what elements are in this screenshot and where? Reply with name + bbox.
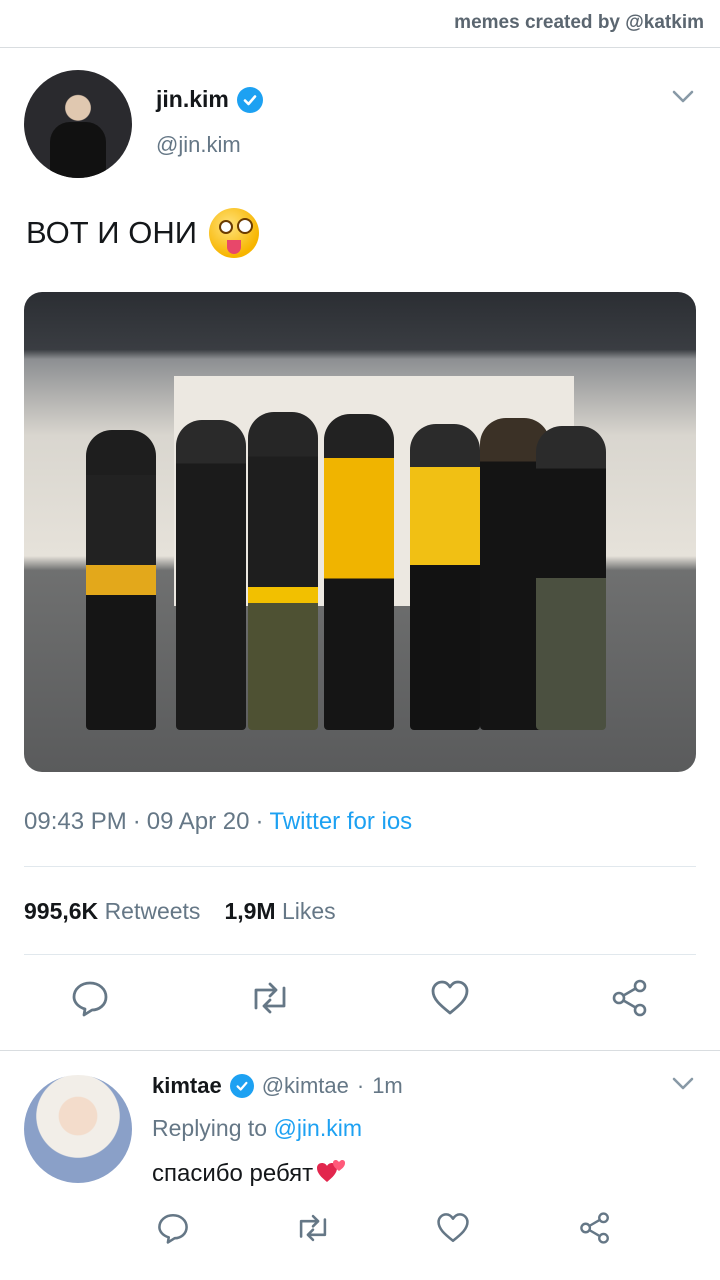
reply-text-content: спасибо ребят: [152, 1159, 314, 1187]
tweet-meta: 09:43 PM · 09 Apr 20 · Twitter for ios: [24, 808, 412, 836]
replying-to: Replying to @jin.kim: [152, 1115, 362, 1142]
likes-label: Likes: [281, 898, 336, 924]
author-handle[interactable]: @jin.kim: [156, 132, 241, 158]
divider: [24, 954, 696, 955]
reply-time: 1m: [372, 1073, 403, 1098]
retweets-stat[interactable]: 995,6K Retweets: [24, 898, 200, 925]
watermark: memes created by @katkim: [454, 12, 704, 33]
verified-badge-icon: [236, 86, 263, 113]
share-icon[interactable]: [578, 1211, 612, 1245]
replying-to-mention[interactable]: @jin.kim: [273, 1115, 362, 1141]
reply-text: спасибо ребят: [152, 1155, 349, 1192]
tweet-date: 09 Apr 20: [146, 808, 250, 835]
like-icon[interactable]: [430, 978, 470, 1018]
reply-icon[interactable]: [156, 1211, 190, 1245]
tweet-photo[interactable]: [24, 292, 696, 772]
author-name-row: jin.kim: [156, 86, 263, 113]
like-icon[interactable]: [436, 1211, 470, 1245]
meta-separator: ·: [356, 1073, 365, 1098]
author-display-name[interactable]: jin.kim: [156, 86, 229, 113]
hearts-emoji: [315, 1155, 349, 1192]
reply-tweet: kimtae @kimtae · 1m Replying to @jin.kim…: [0, 1051, 720, 1280]
meta-separator: ·: [132, 808, 141, 835]
tweet-text-content: ВОТ И ОНИ: [26, 215, 197, 250]
reply-display-name[interactable]: kimtae: [152, 1073, 222, 1099]
reply-author-avatar[interactable]: [24, 1075, 132, 1183]
tweet-source-link[interactable]: Twitter for ios: [269, 808, 412, 836]
tongue-out-emoji: [208, 208, 259, 258]
chevron-down-icon[interactable]: [672, 1077, 694, 1096]
verified-badge-icon: [229, 1074, 254, 1098]
retweets-count: 995,6K: [24, 898, 99, 924]
reply-icon[interactable]: [70, 978, 110, 1018]
tweet-time: 09:43 PM: [24, 808, 127, 835]
author-avatar[interactable]: [24, 70, 132, 178]
likes-count: 1,9M: [224, 898, 276, 924]
tweet-text: ВОТ И ОНИ: [26, 208, 259, 258]
likes-stat[interactable]: 1,9M Likes: [224, 898, 335, 925]
retweet-icon[interactable]: [294, 1211, 332, 1245]
retweets-label: Retweets: [104, 898, 201, 924]
replying-to-label: Replying to: [152, 1115, 268, 1141]
reply-header: kimtae @kimtae · 1m: [152, 1073, 403, 1099]
divider: [24, 866, 696, 867]
reply-handle[interactable]: @kimtae: [262, 1073, 349, 1099]
retweet-icon[interactable]: [248, 978, 292, 1018]
share-icon[interactable]: [610, 978, 650, 1018]
main-tweet: jin.kim @jin.kim ВОТ И ОНИ 09:43 PM · 09…: [0, 48, 720, 1050]
tweet-stats: 995,6K Retweets 1,9M Likes: [24, 898, 336, 925]
chevron-down-icon[interactable]: [672, 90, 694, 109]
meta-separator: ·: [255, 808, 264, 835]
